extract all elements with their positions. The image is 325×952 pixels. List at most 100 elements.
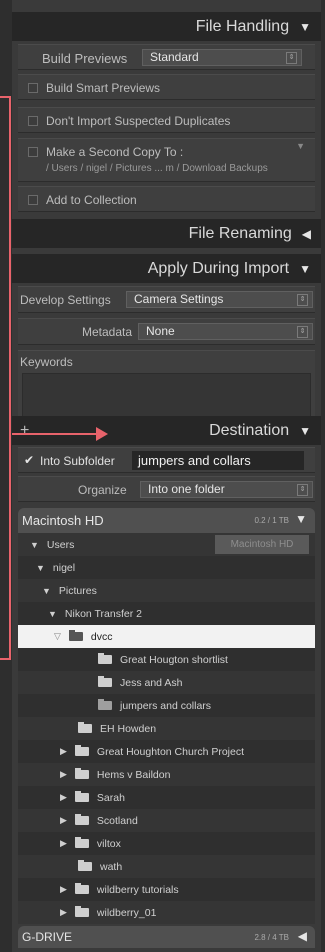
second-copy-path: / Users / nigel / Pictures ... m / Downl… bbox=[46, 163, 268, 174]
add-destination-button[interactable]: + bbox=[20, 422, 29, 440]
dropdown-icon: ⇕ bbox=[297, 294, 308, 306]
tree-item-eh-howden[interactable]: EH Howden bbox=[18, 717, 315, 740]
tree-item-scotland[interactable]: ▶ Scotland bbox=[18, 809, 315, 832]
tree-item-great-hougton-shortlist[interactable]: Great Hougton shortlist bbox=[18, 648, 315, 671]
into-subfolder-label: Into Subfolder bbox=[40, 454, 115, 468]
tree-item-jess-and-ash[interactable]: Jess and Ash bbox=[18, 671, 315, 694]
tree-item-label: viltox bbox=[96, 837, 121, 850]
folder-icon bbox=[78, 860, 92, 871]
tree-item-nikon-transfer-2[interactable]: ▼ Nikon Transfer 2 bbox=[18, 602, 315, 625]
tree-item-label: nigel bbox=[52, 561, 76, 574]
keywords-label: Keywords bbox=[20, 355, 73, 369]
dropdown-icon: ⇕ bbox=[286, 52, 297, 64]
tree-item-label: Pictures bbox=[58, 584, 97, 597]
disclosure-open-icon: ▼ bbox=[42, 585, 51, 596]
volume-size: 2.8 / 4 TB bbox=[254, 933, 289, 942]
collapse-triangle-icon: ▼ bbox=[299, 423, 311, 438]
tree-item-label: wildberry_01 bbox=[96, 906, 157, 919]
organize-value: Into one folder bbox=[148, 482, 225, 496]
into-subfolder-check-icon[interactable]: ✔ bbox=[24, 453, 34, 467]
metadata-select[interactable]: None ⇕ bbox=[138, 323, 313, 340]
apply-during-import-header[interactable]: Apply During Import ▼ bbox=[12, 254, 321, 283]
second-copy-dropdown-icon[interactable]: ▼ bbox=[296, 141, 305, 151]
volume-name: Macintosh HD bbox=[22, 513, 104, 528]
folder-icon bbox=[98, 676, 112, 687]
tree-item-label: Sarah bbox=[96, 791, 125, 804]
build-previews-select[interactable]: Standard ⇕ bbox=[142, 49, 302, 66]
volume-collapse-icon: ▼ bbox=[295, 512, 307, 526]
tree-item-label: Great Hougton shortlist bbox=[120, 653, 228, 666]
subfolder-name-input[interactable]: jumpers and collars bbox=[132, 451, 304, 470]
second-copy-row[interactable]: Make a Second Copy To : ▼ / Users / nige… bbox=[18, 138, 315, 182]
volume-size: 0.2 / 1 TB bbox=[254, 516, 289, 525]
collapse-triangle-icon: ▼ bbox=[299, 19, 311, 34]
organize-select[interactable]: Into one folder ⇕ bbox=[140, 481, 313, 498]
tree-item-label: jumpers and collars bbox=[120, 699, 212, 712]
develop-settings-row: Develop Settings Camera Settings ⇕ bbox=[18, 286, 315, 313]
folder-icon bbox=[74, 814, 89, 825]
tree-item-dvcc[interactable]: ▽ dvcc bbox=[18, 625, 315, 648]
dont-import-duplicates-label: Don't Import Suspected Duplicates bbox=[46, 114, 231, 128]
tree-item-great-houghton-church-project[interactable]: ▶ Great Houghton Church Project bbox=[18, 740, 315, 763]
tree-item-wath[interactable]: wath bbox=[18, 855, 315, 878]
volume-macintosh-hd[interactable]: Macintosh HD 0.2 / 1 TB ▼ bbox=[18, 508, 315, 533]
tree-item-wildberry-01[interactable]: ▶ wildberry_01 bbox=[18, 901, 315, 924]
build-smart-previews-checkbox[interactable] bbox=[28, 83, 38, 93]
second-copy-checkbox[interactable] bbox=[28, 147, 38, 157]
tree-item-label: Great Houghton Church Project bbox=[96, 745, 244, 758]
organize-label: Organize bbox=[78, 483, 127, 497]
develop-settings-select[interactable]: Camera Settings ⇕ bbox=[126, 291, 313, 308]
folder-icon bbox=[68, 630, 83, 641]
tree-item-nigel[interactable]: ▼ nigel bbox=[18, 556, 315, 579]
folder-icon bbox=[98, 699, 112, 710]
folder-tree: ▼ Users Macintosh HD ▼ nigel ▼ Pictures … bbox=[18, 533, 315, 924]
folder-icon bbox=[74, 768, 89, 779]
tree-item-pictures[interactable]: ▼ Pictures bbox=[18, 579, 315, 602]
disclosure-open-icon: ▼ bbox=[30, 539, 39, 550]
volume-tooltip: Macintosh HD bbox=[215, 535, 309, 554]
folder-icon bbox=[74, 883, 89, 894]
tree-item-label: EH Howden bbox=[100, 722, 157, 735]
apply-during-import-title: Apply During Import bbox=[147, 259, 290, 277]
organize-row: Organize Into one folder ⇕ bbox=[18, 476, 315, 502]
tree-item-label: wath bbox=[100, 860, 123, 873]
volume-name: G-DRIVE bbox=[22, 930, 73, 944]
file-renaming-title: File Renaming bbox=[188, 224, 292, 242]
add-to-collection-checkbox[interactable] bbox=[28, 195, 38, 205]
destination-header[interactable]: + Destination ▼ bbox=[12, 416, 321, 445]
file-renaming-header[interactable]: File Renaming ◀ bbox=[12, 219, 321, 248]
disclosure-closed-icon: ▶ bbox=[60, 746, 67, 756]
tree-item-viltox[interactable]: ▶ viltox bbox=[18, 832, 315, 855]
tree-item-label: Users bbox=[46, 538, 75, 551]
metadata-label: Metadata bbox=[82, 325, 133, 339]
folder-icon bbox=[74, 791, 89, 802]
tree-item-label: Scotland bbox=[96, 814, 138, 827]
annotation-arrow-line bbox=[12, 433, 100, 435]
add-to-collection-row[interactable]: Add to Collection bbox=[18, 186, 315, 212]
build-previews-row: Build Previews Standard ⇕ bbox=[18, 44, 315, 70]
develop-settings-label: Develop Settings bbox=[20, 293, 111, 307]
build-smart-previews-row[interactable]: Build Smart Previews bbox=[18, 74, 315, 100]
add-to-collection-label: Add to Collection bbox=[46, 193, 137, 207]
disclosure-open-icon: ▼ bbox=[36, 562, 45, 573]
tree-item-sarah[interactable]: ▶ Sarah bbox=[18, 786, 315, 809]
folder-icon bbox=[78, 722, 92, 733]
dont-import-duplicates-row[interactable]: Don't Import Suspected Duplicates bbox=[18, 107, 315, 133]
disclosure-closed-icon: ▶ bbox=[60, 792, 67, 802]
metadata-value: None bbox=[146, 324, 175, 338]
tree-item-wildberry-tutorials[interactable]: ▶ wildberry tutorials bbox=[18, 878, 315, 901]
folder-icon bbox=[74, 906, 89, 917]
second-copy-label: Make a Second Copy To : bbox=[46, 145, 184, 159]
metadata-row: Metadata None ⇕ bbox=[18, 318, 315, 345]
volume-g-drive[interactable]: G-DRIVE 2.8 / 4 TB ◀ bbox=[18, 926, 315, 948]
tree-item-hems-v-baildon[interactable]: ▶ Hems v Baildon bbox=[18, 763, 315, 786]
disclosure-closed-icon: ▶ bbox=[60, 769, 67, 779]
disclosure-open-icon: ▼ bbox=[48, 608, 57, 619]
folder-icon bbox=[74, 745, 89, 756]
tree-item-jumpers-and-collars[interactable]: jumpers and collars bbox=[18, 694, 315, 717]
file-handling-header[interactable]: File Handling ▼ bbox=[12, 12, 321, 41]
disclosure-closed-icon: ▶ bbox=[60, 815, 67, 825]
volume-expand-icon: ◀ bbox=[297, 929, 307, 943]
dont-import-duplicates-checkbox[interactable] bbox=[28, 116, 38, 126]
build-previews-value: Standard bbox=[150, 50, 199, 64]
